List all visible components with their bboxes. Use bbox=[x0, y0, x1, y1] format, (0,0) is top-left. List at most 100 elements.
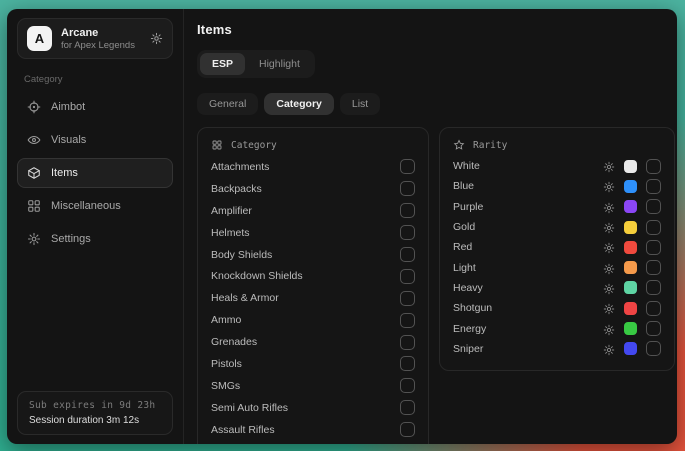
sidebar-section-label: Category bbox=[24, 74, 166, 85]
color-swatch[interactable] bbox=[624, 302, 637, 315]
rarity-checkbox[interactable] bbox=[646, 220, 661, 235]
category-row-label: Heals & Armor bbox=[211, 292, 400, 304]
rarity-checkbox[interactable] bbox=[646, 280, 661, 295]
rarity-row: Gold bbox=[453, 217, 661, 237]
rarity-row: Heavy bbox=[453, 278, 661, 298]
category-checkbox[interactable] bbox=[400, 335, 415, 350]
color-swatch[interactable] bbox=[624, 200, 637, 213]
rarity-row-controls bbox=[603, 240, 661, 255]
tab-category[interactable]: Category bbox=[264, 93, 334, 115]
category-checkbox[interactable] bbox=[400, 356, 415, 371]
gear-icon[interactable] bbox=[603, 323, 615, 335]
rarity-row: Red bbox=[453, 237, 661, 257]
rarity-checkbox[interactable] bbox=[646, 240, 661, 255]
sidebar-item-visuals[interactable]: Visuals bbox=[17, 125, 173, 155]
color-swatch[interactable] bbox=[624, 241, 637, 254]
rarity-row-controls bbox=[603, 260, 661, 275]
category-checkbox[interactable] bbox=[400, 247, 415, 262]
rarity-row-label: Gold bbox=[453, 221, 603, 233]
gear-icon[interactable] bbox=[603, 282, 615, 294]
rarity-list: White Blue Purple Gold bbox=[453, 156, 661, 359]
sidebar-item-settings[interactable]: Settings bbox=[17, 224, 173, 254]
color-swatch[interactable] bbox=[624, 322, 637, 335]
category-row: Backpacks bbox=[211, 178, 415, 200]
rarity-checkbox[interactable] bbox=[646, 179, 661, 194]
gear-icon[interactable] bbox=[603, 343, 615, 355]
category-row-label: Helmets bbox=[211, 227, 400, 239]
color-swatch[interactable] bbox=[624, 342, 637, 355]
rarity-row-controls bbox=[603, 321, 661, 336]
color-swatch[interactable] bbox=[624, 160, 637, 173]
star-icon bbox=[453, 139, 465, 151]
session-duration-text: Session duration 3m 12s bbox=[29, 415, 161, 426]
category-checkbox[interactable] bbox=[400, 422, 415, 437]
color-swatch[interactable] bbox=[624, 281, 637, 294]
rarity-row-label: Light bbox=[453, 262, 603, 274]
panels-row: Category Attachments Backpacks Amplifier… bbox=[197, 127, 675, 444]
tab-list[interactable]: List bbox=[340, 93, 380, 115]
gear-icon[interactable] bbox=[603, 262, 615, 274]
category-row: SMGs bbox=[211, 375, 415, 397]
category-row-label: Semi Auto Rifles bbox=[211, 402, 400, 414]
sidebar-item-items[interactable]: Items bbox=[17, 158, 173, 188]
category-checkbox[interactable] bbox=[400, 159, 415, 174]
gear-icon bbox=[27, 232, 41, 246]
rarity-row-label: Purple bbox=[453, 201, 603, 213]
category-checkbox[interactable] bbox=[400, 181, 415, 196]
sidebar-item-label: Aimbot bbox=[51, 101, 85, 113]
gear-icon[interactable] bbox=[150, 32, 163, 45]
gear-icon[interactable] bbox=[603, 302, 615, 314]
rarity-row: Shotgun bbox=[453, 298, 661, 318]
rarity-checkbox[interactable] bbox=[646, 199, 661, 214]
rarity-panel-title: Rarity bbox=[473, 140, 507, 151]
sidebar-item-label: Items bbox=[51, 167, 78, 179]
sidebar-item-label: Visuals bbox=[51, 134, 86, 146]
category-checkbox[interactable] bbox=[400, 400, 415, 415]
category-panel-title: Category bbox=[231, 140, 277, 151]
rarity-row-label: Red bbox=[453, 241, 603, 253]
gear-icon[interactable] bbox=[603, 201, 615, 213]
gear-icon[interactable] bbox=[603, 241, 615, 253]
category-row: Pistols bbox=[211, 353, 415, 375]
page-title: Items bbox=[197, 22, 675, 37]
rarity-row-controls bbox=[603, 220, 661, 235]
app-name: Arcane bbox=[61, 27, 135, 39]
sub-expires-text: Sub expires in 9d 23h bbox=[29, 400, 161, 411]
category-row-label: Assault Rifles bbox=[211, 424, 400, 436]
rarity-checkbox[interactable] bbox=[646, 260, 661, 275]
mode-toggle: ESPHighlight bbox=[197, 50, 315, 78]
rarity-checkbox[interactable] bbox=[646, 159, 661, 174]
sidebar-item-aimbot[interactable]: Aimbot bbox=[17, 92, 173, 122]
color-swatch[interactable] bbox=[624, 261, 637, 274]
tab-general[interactable]: General bbox=[197, 93, 258, 115]
category-checkbox[interactable] bbox=[400, 313, 415, 328]
rarity-row-controls bbox=[603, 301, 661, 316]
category-row: Helmets bbox=[211, 222, 415, 244]
mode-toggle-highlight[interactable]: Highlight bbox=[247, 53, 312, 75]
category-checkbox[interactable] bbox=[400, 269, 415, 284]
rarity-panel: Rarity White Blue Purple Gold bbox=[439, 127, 675, 371]
gear-icon[interactable] bbox=[603, 160, 615, 172]
main-content: Items ESPHighlight General Category List C… bbox=[184, 9, 677, 444]
sidebar-item-miscellaneous[interactable]: Miscellaneous bbox=[17, 191, 173, 221]
category-checkbox[interactable] bbox=[400, 291, 415, 306]
sidebar: A Arcane for Apex Legends Category Aimbo… bbox=[7, 9, 184, 444]
category-row: Amplifier bbox=[211, 200, 415, 222]
rarity-row: Energy bbox=[453, 318, 661, 338]
gear-icon[interactable] bbox=[603, 221, 615, 233]
category-row: Ammo bbox=[211, 309, 415, 331]
rarity-checkbox[interactable] bbox=[646, 321, 661, 336]
rarity-checkbox[interactable] bbox=[646, 301, 661, 316]
category-row-label: Grenades bbox=[211, 336, 400, 348]
gear-icon[interactable] bbox=[603, 180, 615, 192]
category-checkbox[interactable] bbox=[400, 378, 415, 393]
category-checkbox[interactable] bbox=[400, 203, 415, 218]
category-row: Assault Rifles bbox=[211, 419, 415, 441]
category-checkbox[interactable] bbox=[400, 225, 415, 240]
squares-icon bbox=[211, 139, 223, 151]
color-swatch[interactable] bbox=[624, 180, 637, 193]
color-swatch[interactable] bbox=[624, 221, 637, 234]
mode-toggle-esp[interactable]: ESP bbox=[200, 53, 245, 75]
rarity-row: Light bbox=[453, 257, 661, 277]
rarity-checkbox[interactable] bbox=[646, 341, 661, 356]
